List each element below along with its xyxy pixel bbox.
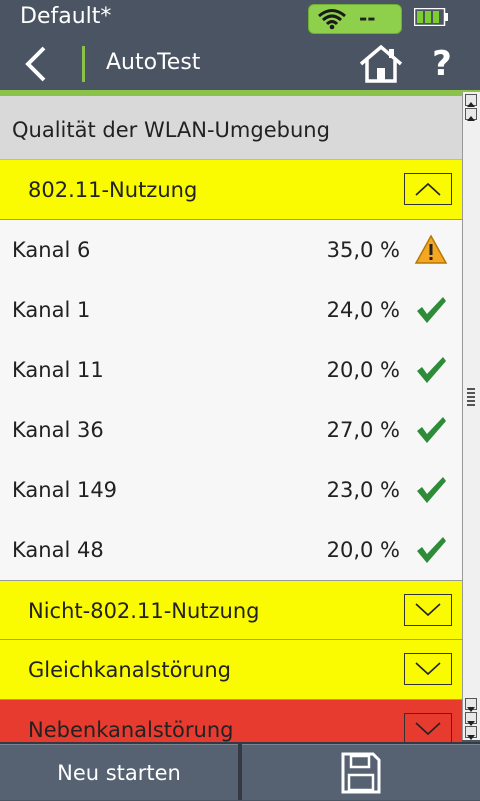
scroll-up-page-button[interactable] [465,108,477,121]
chevron-down-icon [415,722,441,736]
channel-row: Kanal 1 24,0 % [0,280,462,340]
section-title: Qualität der WLAN-Umgebung [12,118,330,142]
triangle-up-icon [467,116,475,121]
floppy-disk-icon [341,752,381,794]
checkmark-icon [417,537,446,563]
channel-value: 23,0 % [326,478,400,502]
chevron-left-icon [25,46,46,82]
save-button[interactable] [242,744,480,800]
channel-name: Kanal 11 [12,358,104,382]
chevron-down-icon [415,662,441,676]
wifi-status-text: -- [359,6,376,30]
home-icon [359,44,403,83]
scroll-down-page-button[interactable] [465,698,477,712]
title-bar: AutoTest ? [0,36,480,90]
profile-name: Default* [20,4,112,29]
wifi-status-pill[interactable]: -- [308,4,402,34]
group-co-channel-interference[interactable]: Gleichkanalstörung [0,640,462,700]
channel-value: 35,0 % [326,238,400,262]
channel-name: Kanal 48 [12,538,104,562]
group-label: 802.11-Nutzung [28,178,198,202]
battery-icon [414,8,448,26]
checkmark-icon [417,357,446,383]
channel-row: Kanal 36 27,0 % [0,400,462,460]
status-bar: Default* -- [0,0,480,36]
expand-button[interactable] [404,594,452,626]
back-button[interactable] [14,42,58,86]
chevron-up-icon [415,182,441,196]
restart-button[interactable]: Neu starten [0,744,238,800]
channel-name: Kanal 36 [12,418,104,442]
scroll-down-button[interactable] [465,726,477,740]
expand-button[interactable] [404,653,452,685]
help-button[interactable]: ? [424,42,460,86]
warning-icon [414,234,448,264]
section-header: Qualität der WLAN-Umgebung [0,96,462,160]
title-divider [82,46,85,82]
channel-row: Kanal 149 23,0 % [0,460,462,520]
group-non-802-11-usage[interactable]: Nicht-802.11-Nutzung [0,580,462,640]
wifi-icon [318,9,346,30]
channel-row: Kanal 48 20,0 % [0,520,462,580]
group-label: Nebenkanalstörung [28,718,234,742]
group-adjacent-channel-interference[interactable]: Nebenkanalstörung [0,700,462,742]
channel-value: 24,0 % [326,298,400,322]
expand-button[interactable] [404,713,452,742]
checkmark-icon [417,477,446,503]
channel-value: 20,0 % [326,358,400,382]
checkmark-icon [417,297,446,323]
collapse-button[interactable] [404,173,452,205]
page-title: AutoTest [106,50,201,75]
vertical-scrollbar[interactable] [462,92,480,740]
chevron-down-icon [415,603,441,617]
home-button[interactable] [358,44,404,84]
group-label: Gleichkanalstörung [28,658,231,682]
group-label: Nicht-802.11-Nutzung [28,599,260,623]
triangle-down-icon [467,735,475,740]
bottom-bar: Neu starten [0,742,480,800]
scroll-up-button[interactable] [465,94,477,107]
channel-name: Kanal 1 [12,298,91,322]
channel-row: Kanal 11 20,0 % [0,340,462,400]
group-802-11-usage[interactable]: 802.11-Nutzung [0,160,462,220]
checkmark-icon [417,417,446,443]
scrollbar-thumb-grip[interactable] [467,388,475,406]
scroll-down-page-button[interactable] [465,712,477,726]
channel-name: Kanal 6 [12,238,91,262]
channel-name: Kanal 149 [12,478,118,502]
channel-value: 20,0 % [326,538,400,562]
results-panel: Qualität der WLAN-Umgebung 802.11-Nutzun… [0,96,462,742]
channel-row: Kanal 6 35,0 % [0,220,462,280]
channel-value: 27,0 % [326,418,400,442]
